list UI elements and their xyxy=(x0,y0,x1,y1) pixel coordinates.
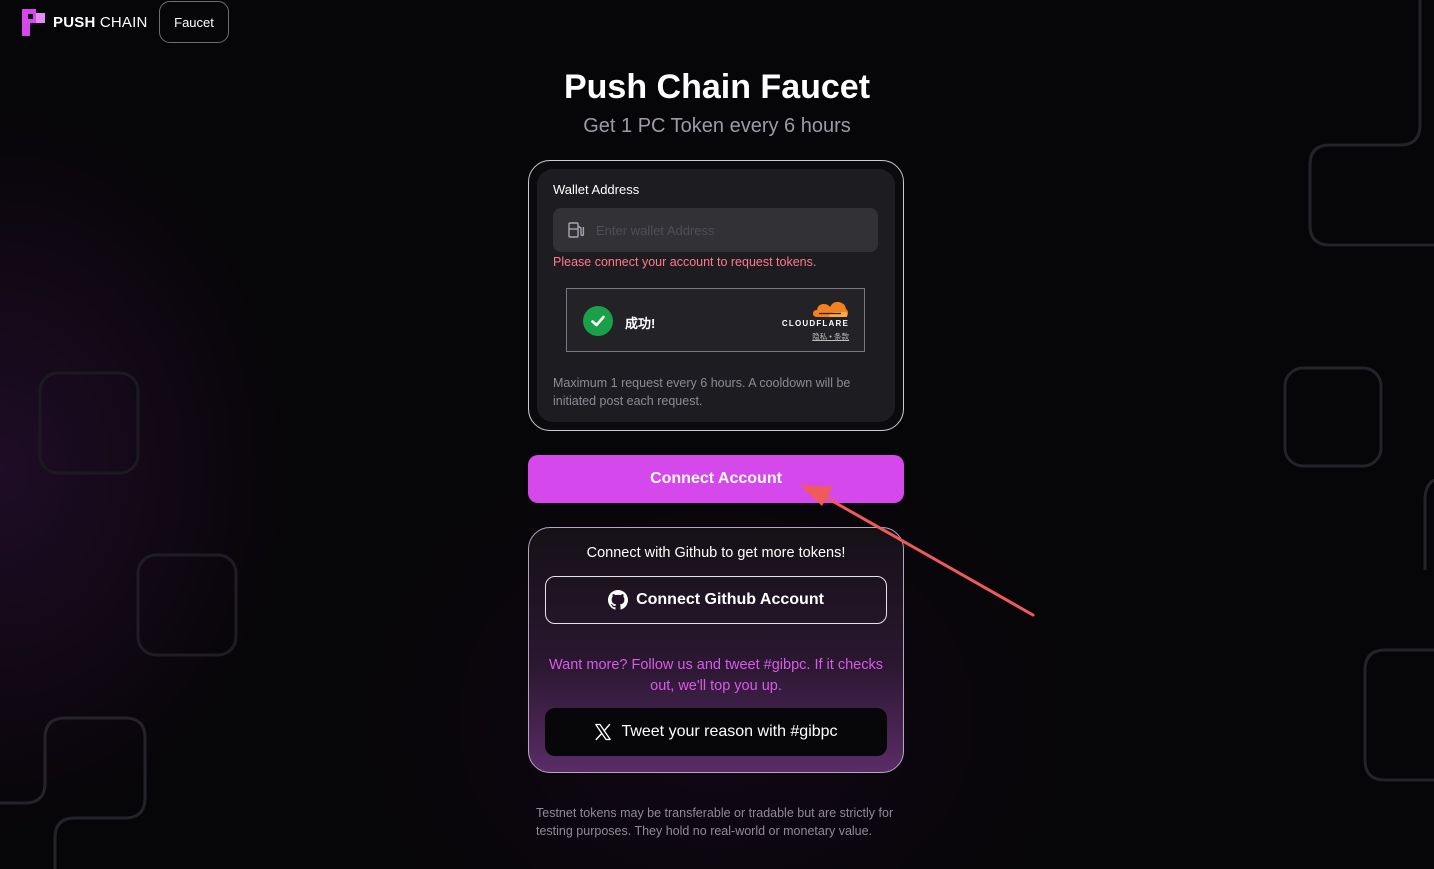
wallet-address-label: Wallet Address xyxy=(553,182,640,197)
promo-text: Want more? Follow us and tweet #gibpc. I… xyxy=(549,657,883,694)
request-card-inner: Wallet Address Please connect your accou… xyxy=(537,169,895,422)
x-logo-icon xyxy=(595,723,612,741)
cooldown-note: Maximum 1 request every 6 hours. A coold… xyxy=(553,376,851,408)
page-title: Push Chain Faucet xyxy=(563,68,871,106)
github-card-heading: Connect with Github to get more tokens! xyxy=(586,545,846,561)
request-card: Wallet Address Please connect your accou… xyxy=(528,160,904,431)
cloud-icon xyxy=(813,301,848,317)
tab-faucet[interactable]: Faucet xyxy=(159,1,229,43)
checkmark-icon xyxy=(583,306,613,336)
connect-github-button[interactable]: Connect Github Account xyxy=(545,576,887,624)
cloudflare-brand: CLOUDFLARE xyxy=(781,319,849,328)
github-icon xyxy=(608,590,629,610)
github-card: Connect with Github to get more tokens! … xyxy=(528,527,904,773)
push-chain-logo-icon xyxy=(22,9,45,36)
connect-account-button[interactable]: Connect Account xyxy=(528,455,904,503)
cloudflare-logo: CLOUDFLARE 隐私 • 条款 xyxy=(773,299,849,342)
connect-error-message: Please connect your account to request t… xyxy=(553,255,817,269)
page-subtitle: Get 1 PC Token every 6 hours xyxy=(583,115,851,137)
tweet-button[interactable]: Tweet your reason with #gibpc xyxy=(545,708,887,756)
connect-github-label: Connect Github Account xyxy=(636,591,824,608)
brand-logo[interactable]: PUSH CHAIN xyxy=(22,9,148,36)
testnet-disclaimer: Testnet tokens may be transferable or tr… xyxy=(536,806,894,838)
cloudflare-captcha-widget[interactable]: 成功! CLOUDFLARE 隐私 • 条款 xyxy=(566,288,865,352)
wallet-address-input[interactable] xyxy=(594,221,878,239)
tweet-button-label: Tweet your reason with #gibpc xyxy=(621,723,838,740)
brand-name: PUSH CHAIN xyxy=(53,14,148,31)
captcha-status: 成功! xyxy=(625,316,656,331)
wallet-address-field[interactable] xyxy=(553,208,878,252)
captcha-privacy-terms-links[interactable]: 隐私 • 条款 xyxy=(773,331,849,342)
fuel-pump-icon xyxy=(568,222,585,238)
